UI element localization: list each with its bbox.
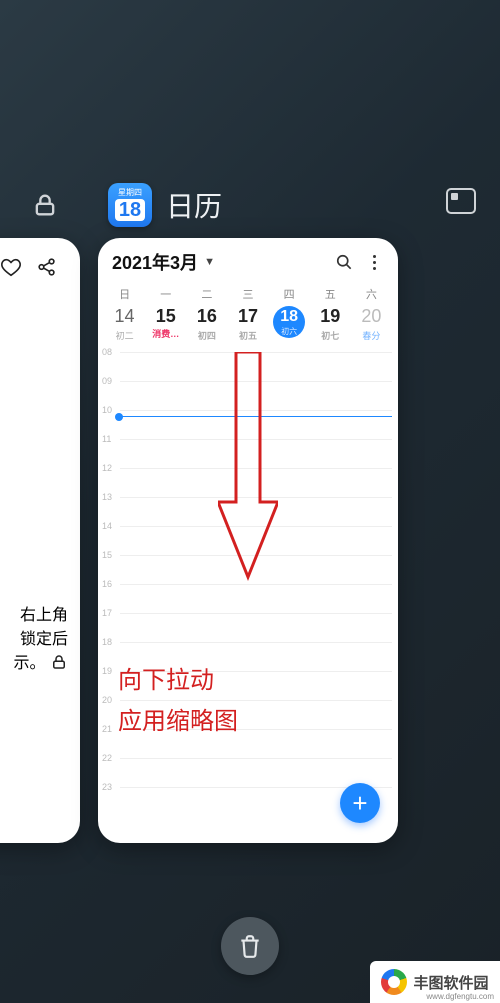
hour-line: 13 xyxy=(120,497,392,498)
hour-line: 08 xyxy=(120,352,392,353)
share-icon xyxy=(36,256,58,278)
annotation-line-2: 应用缩略图 xyxy=(118,702,238,743)
heart-icon xyxy=(0,256,22,278)
watermark-url: www.dgfengtu.com xyxy=(426,992,494,1001)
split-screen-icon[interactable] xyxy=(446,188,476,214)
calendar-app-card[interactable]: 2021年3月 ▼ 日一二三四五六 14初二15消费…16初四17初五18初六1… xyxy=(98,238,398,843)
calendar-toolbar: 2021年3月 ▼ xyxy=(98,238,398,286)
calendar-app-icon: 星期四 18 xyxy=(108,183,152,227)
day-cell[interactable]: 18初六 xyxy=(269,306,310,342)
hour-line: 22 xyxy=(120,758,392,759)
hour-line: 12 xyxy=(120,468,392,469)
weekday-row: 日一二三四五六 xyxy=(98,286,398,302)
day-cell[interactable]: 19初七 xyxy=(310,306,351,342)
day-cell[interactable]: 14初二 xyxy=(104,306,145,342)
annotation-text: 向下拉动 应用缩略图 xyxy=(118,661,238,743)
weekday-label: 二 xyxy=(186,286,227,302)
app-header: 星期四 18 日历 xyxy=(108,183,222,227)
lock-icon xyxy=(50,653,68,671)
weekday-label: 五 xyxy=(310,286,351,302)
app-icon-weekday: 星期四 xyxy=(118,189,142,197)
weekday-label: 四 xyxy=(269,286,310,302)
day-cell[interactable]: 20春分 xyxy=(351,306,392,342)
left-card-text-3: 示。 xyxy=(14,649,68,673)
day-cell[interactable]: 17初五 xyxy=(227,306,268,342)
watermark: 丰图软件园 www.dgfengtu.com xyxy=(370,961,500,1003)
add-event-button[interactable]: + xyxy=(340,783,380,823)
more-menu-icon[interactable] xyxy=(364,252,384,272)
trash-icon xyxy=(237,933,263,959)
weekday-label: 日 xyxy=(104,286,145,302)
search-icon[interactable] xyxy=(334,252,354,272)
close-all-button[interactable] xyxy=(221,917,279,975)
watermark-logo xyxy=(381,969,407,995)
watermark-name: 丰图软件园 xyxy=(413,972,488,993)
weekday-label: 六 xyxy=(351,286,392,302)
schedule-grid[interactable]: 08091011121314151617181920212223 xyxy=(98,348,398,818)
day-row: 14初二15消费…16初四17初五18初六19初七20春分 xyxy=(98,302,398,342)
hour-line: 17 xyxy=(120,613,392,614)
hour-line: 14 xyxy=(120,526,392,527)
recent-apps-header: 星期四 18 日历 xyxy=(0,180,500,230)
weekday-label: 三 xyxy=(227,286,268,302)
month-label: 2021年3月 xyxy=(112,249,198,275)
hour-line: 15 xyxy=(120,555,392,556)
lock-button[interactable] xyxy=(0,191,90,219)
hour-line: 11 xyxy=(120,439,392,440)
plus-icon: + xyxy=(352,788,367,819)
app-icon-day: 18 xyxy=(115,199,145,221)
annotation-line-1: 向下拉动 xyxy=(118,661,238,702)
lock-icon xyxy=(31,191,59,219)
left-card-text-1: 右上角 xyxy=(14,601,68,625)
weekday-label: 一 xyxy=(145,286,186,302)
hour-line: 09 xyxy=(120,381,392,382)
left-card-text-2: 锁定后 xyxy=(14,625,68,649)
previous-app-card[interactable]: 右上角 锁定后 示。 xyxy=(0,238,80,843)
month-picker[interactable]: 2021年3月 ▼ xyxy=(112,249,215,275)
current-time-indicator xyxy=(120,416,392,417)
hour-line: 18 xyxy=(120,642,392,643)
day-cell[interactable]: 15消费… xyxy=(145,306,186,342)
hour-line: 10 xyxy=(120,410,392,411)
chevron-down-icon: ▼ xyxy=(204,256,215,268)
hour-line: 16 xyxy=(120,584,392,585)
day-cell[interactable]: 16初四 xyxy=(186,306,227,342)
app-title: 日历 xyxy=(166,185,222,225)
